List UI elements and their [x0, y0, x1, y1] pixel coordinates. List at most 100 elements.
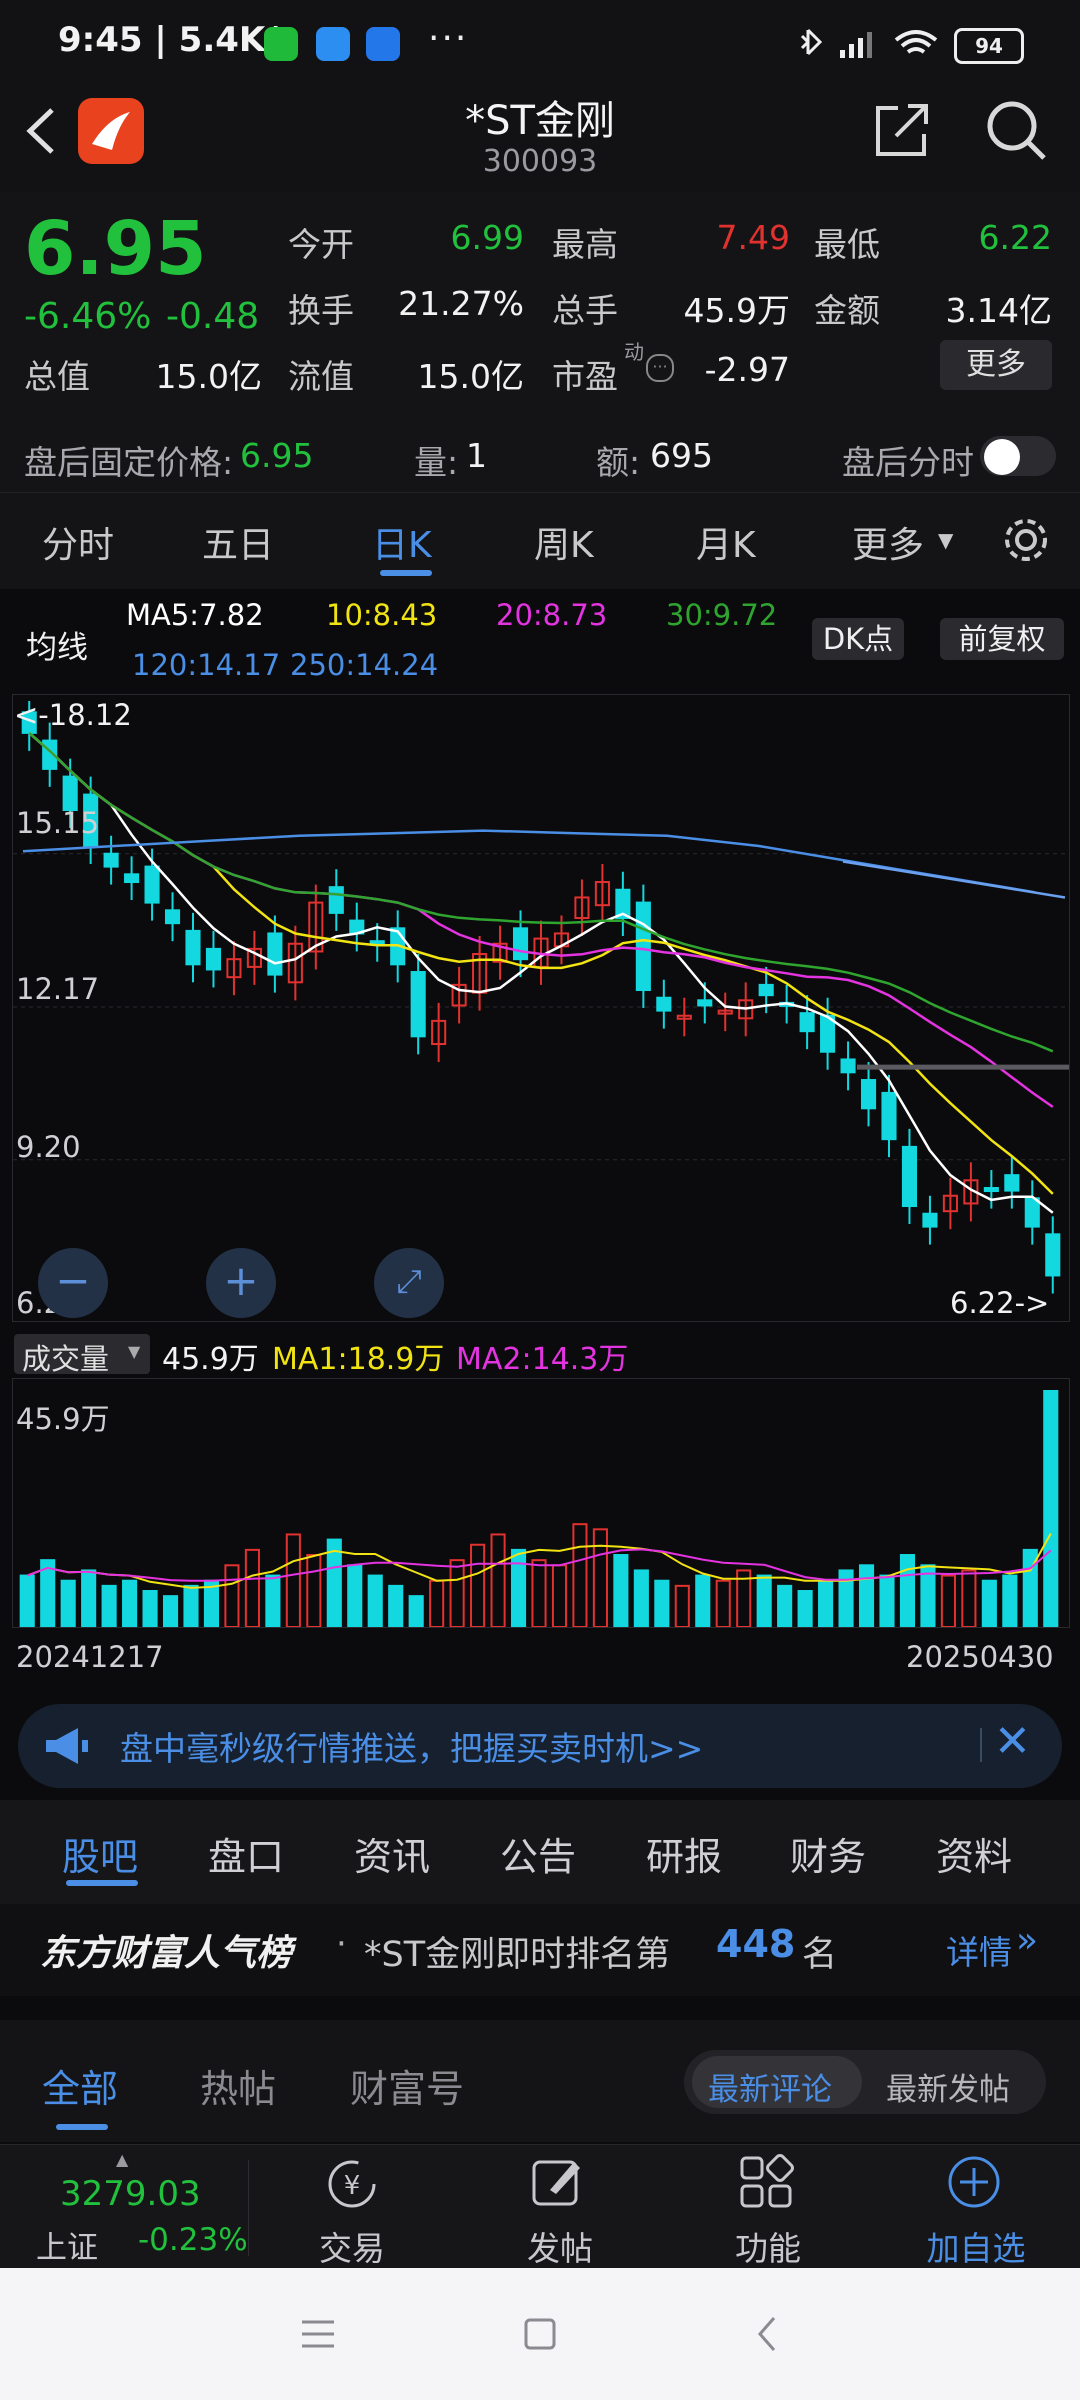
volume-bar	[367, 1574, 383, 1628]
tab-timeshare[interactable]: 分时	[42, 516, 114, 568]
volume-bar	[633, 1569, 649, 1628]
candle	[205, 947, 222, 971]
candle	[328, 886, 344, 914]
volume-bar	[858, 1564, 875, 1629]
close-icon[interactable]: ✕	[994, 1716, 1031, 1767]
ma20-value: 20:8.73	[496, 598, 608, 632]
min-price-marker: 6.22->	[950, 1286, 1050, 1320]
tab-five-day[interactable]: 五日	[202, 516, 274, 568]
candle	[1004, 1174, 1020, 1192]
zoom-in-button[interactable]: +	[206, 1248, 276, 1318]
candle	[840, 1058, 856, 1074]
menu-icon[interactable]	[300, 2318, 336, 2350]
volume-bar	[306, 1554, 322, 1628]
volume-chart[interactable]	[12, 1378, 1070, 1629]
amount-value: 3.14亿	[945, 291, 1052, 330]
more-button[interactable]: 更多	[940, 340, 1052, 390]
price-tick: 9.20	[16, 1130, 81, 1164]
signal-icons	[800, 28, 938, 58]
tab-fortune-accounts[interactable]: 财富号	[350, 2058, 464, 2113]
index-value[interactable]: 3279.03	[60, 2174, 201, 2214]
adjust-button[interactable]: 前复权	[940, 618, 1064, 660]
volume-bar	[429, 1579, 445, 1629]
functions-grid-icon[interactable]	[738, 2154, 794, 2210]
trade-icon[interactable]: ¥	[322, 2156, 382, 2212]
kline-chart[interactable]	[12, 694, 1070, 1322]
tab-news[interactable]: 资讯	[354, 1826, 430, 1881]
volume-ma2: MA2:14.3万	[456, 1342, 629, 1377]
back-nav-icon[interactable]	[752, 2314, 782, 2354]
tab-finance[interactable]: 财务	[790, 1826, 866, 1881]
tab-weekly-k[interactable]: 周K	[534, 516, 594, 568]
mktcap-value: 15.0亿	[155, 357, 262, 396]
volume-bar	[81, 1569, 97, 1628]
volume-bar	[347, 1564, 363, 1629]
low-label: 最低	[814, 225, 880, 264]
volume-bar	[695, 1574, 711, 1628]
svg-text:¥: ¥	[344, 2171, 361, 2201]
volume-bar	[981, 1579, 997, 1629]
ma-title[interactable]: 均线	[26, 622, 88, 667]
volume-bar	[60, 1579, 76, 1629]
ma250-line	[842, 860, 1066, 899]
volume-bar	[674, 1584, 690, 1628]
volume-bar	[285, 1533, 301, 1628]
dk-point-button[interactable]: DK点	[812, 618, 904, 660]
rank-brand: 东方财富人气榜	[40, 1933, 293, 1974]
sort-latest-post[interactable]: 最新发帖	[886, 2064, 1010, 2109]
indicator-selector-label: 成交量	[22, 1342, 110, 1376]
volume-bar	[449, 1559, 465, 1628]
ma5-value: MA5:7.82	[126, 598, 264, 632]
price-tick: 12.17	[16, 972, 100, 1006]
volume-bar	[654, 1579, 670, 1629]
home-icon[interactable]	[522, 2316, 558, 2352]
tab-research[interactable]: 研报	[646, 1826, 722, 1881]
ma30-value: 30:9.72	[666, 598, 778, 632]
volume-bar	[510, 1548, 527, 1629]
tab-order-book[interactable]: 盘口	[208, 1826, 284, 1881]
tab-hot-posts[interactable]: 热帖	[200, 2058, 276, 2113]
change-amount: -0.48	[166, 296, 260, 337]
ma10-value: 10:8.43	[326, 598, 438, 632]
volume-bar	[592, 1528, 608, 1628]
rank-number: 448	[716, 1922, 796, 1966]
search-icon[interactable]	[984, 98, 1048, 162]
after-amt-value: 695	[650, 436, 713, 475]
wechat-icon	[264, 27, 298, 61]
open-label: 今开	[288, 225, 354, 264]
tab-profile[interactable]: 资料	[936, 1826, 1012, 1881]
tab-announcements[interactable]: 公告	[500, 1826, 576, 1881]
tab-monthly-k[interactable]: 月K	[696, 516, 756, 568]
add-watchlist-icon[interactable]	[946, 2154, 1002, 2210]
high-label: 最高	[552, 225, 618, 264]
rank-separator: ·	[336, 1924, 347, 1964]
tab-daily-k[interactable]: 日K	[372, 516, 432, 568]
divider	[980, 1728, 982, 1762]
sort-latest-comment[interactable]: 最新评论	[708, 2064, 832, 2109]
candle	[635, 901, 651, 992]
volume-bar	[183, 1584, 199, 1628]
volume-bar	[572, 1523, 588, 1628]
info-icon[interactable]: ···	[646, 354, 674, 382]
share-icon[interactable]	[872, 100, 932, 160]
candle	[103, 852, 119, 868]
tab-all-posts[interactable]: 全部	[42, 2058, 118, 2113]
ma120-line	[22, 829, 1036, 894]
compose-post-icon[interactable]	[530, 2154, 586, 2210]
tab-guba[interactable]: 股吧	[62, 1826, 138, 1881]
volume-bar	[265, 1574, 281, 1628]
double-chevron-icon: »	[1016, 1920, 1039, 1961]
more-notifications-icon: ···	[428, 18, 469, 59]
volume-bar	[899, 1554, 916, 1628]
rank-detail-link[interactable]: 详情	[946, 1926, 1012, 1974]
tab-more[interactable]: 更多	[852, 516, 924, 568]
zoom-out-button[interactable]: −	[38, 1248, 108, 1318]
after-amt-label: 额:	[596, 443, 641, 482]
fullscreen-icon[interactable]: ⤢	[374, 1248, 444, 1318]
settings-gear-icon[interactable]	[1000, 514, 1052, 566]
candle	[512, 927, 529, 961]
volume-bar	[777, 1584, 793, 1628]
volume-axis-top: 45.9万	[16, 1402, 110, 1436]
volume-bar	[879, 1574, 895, 1628]
after-vol-value: 1	[466, 436, 487, 475]
